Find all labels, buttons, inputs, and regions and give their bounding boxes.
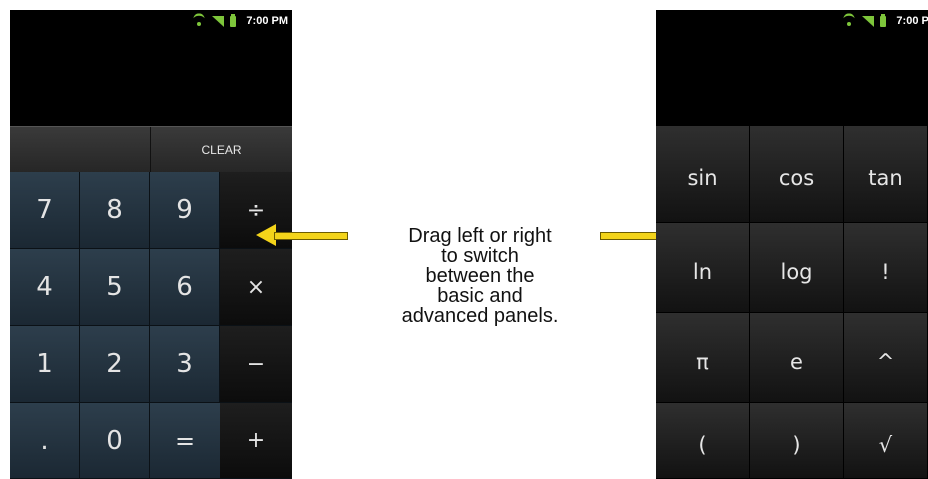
key-button[interactable]: 5 xyxy=(80,249,150,326)
status-bar: 7:00 PM xyxy=(10,10,292,32)
key-button[interactable]: 4 xyxy=(10,249,80,326)
function-key-button[interactable]: sin xyxy=(656,126,750,223)
key-button[interactable]: 7 xyxy=(10,172,80,249)
blank-control-button[interactable] xyxy=(10,127,151,173)
clear-button[interactable]: CLEAR xyxy=(151,127,292,173)
function-key-button[interactable]: √ xyxy=(844,403,928,479)
function-key-button[interactable]: ! xyxy=(844,223,928,313)
key-button[interactable]: 0 xyxy=(80,403,150,479)
key-button[interactable]: − xyxy=(220,326,292,403)
status-time: 7:00 PM xyxy=(246,15,288,27)
function-key-button[interactable]: log xyxy=(750,223,844,313)
function-key-button[interactable]: ) xyxy=(750,403,844,479)
key-button[interactable]: 1 xyxy=(10,326,80,403)
key-button[interactable]: 6 xyxy=(150,249,220,326)
caption-line: between the xyxy=(425,265,535,287)
battery-icon xyxy=(230,13,237,27)
key-button[interactable]: = xyxy=(150,403,220,479)
caption-line: Drag left or right xyxy=(408,225,552,247)
signal-icon xyxy=(212,15,225,27)
function-key-button[interactable]: ( xyxy=(656,403,750,479)
control-row: CLEAR xyxy=(10,126,292,173)
function-key-button[interactable]: ln xyxy=(656,223,750,313)
caption-line: basic and xyxy=(437,285,523,307)
key-button[interactable]: 9 xyxy=(150,172,220,249)
battery-icon xyxy=(880,13,887,27)
basic-panel-screen: 7:00 PM CLEAR 7 8 9 ÷ 4 5 6 × 1 2 3−. 0 = + xyxy=(10,10,292,479)
function-key-button[interactable]: cos xyxy=(750,126,844,223)
caption-line: to switch xyxy=(441,245,519,267)
left-arrow-icon xyxy=(256,224,348,246)
status-bar: 7:00 PM xyxy=(656,10,928,32)
basic-keypad: 7 8 9 ÷ 4 5 6 × 1 2 3−. 0 = + xyxy=(10,172,292,479)
function-key-button[interactable]: e xyxy=(750,313,844,403)
drag-instruction-text: Drag left or right to switch between the… xyxy=(370,226,590,326)
advanced-keypad: sin cos tan ln log! π e ^ () √ xyxy=(656,126,928,479)
key-button[interactable]: 8 xyxy=(80,172,150,249)
function-key-button[interactable]: tan xyxy=(844,126,928,223)
function-key-button[interactable]: π xyxy=(656,313,750,403)
calculator-display[interactable] xyxy=(10,32,292,126)
wifi-icon xyxy=(842,16,856,26)
caption-line: advanced panels. xyxy=(401,305,559,327)
wifi-icon xyxy=(192,16,206,26)
advanced-panel-screen: 7:00 PM sincostan lnlog! πe^ ()√ xyxy=(656,10,928,479)
key-button[interactable]: . xyxy=(10,403,80,479)
key-button[interactable]: × xyxy=(220,249,292,326)
function-key-button[interactable]: ^ xyxy=(844,313,928,403)
key-button[interactable]: + xyxy=(220,403,292,479)
calculator-display[interactable] xyxy=(656,32,928,126)
signal-icon xyxy=(862,15,875,27)
key-button[interactable]: 3 xyxy=(150,326,220,403)
key-button[interactable]: 2 xyxy=(80,326,150,403)
status-time: 7:00 PM xyxy=(896,15,928,27)
